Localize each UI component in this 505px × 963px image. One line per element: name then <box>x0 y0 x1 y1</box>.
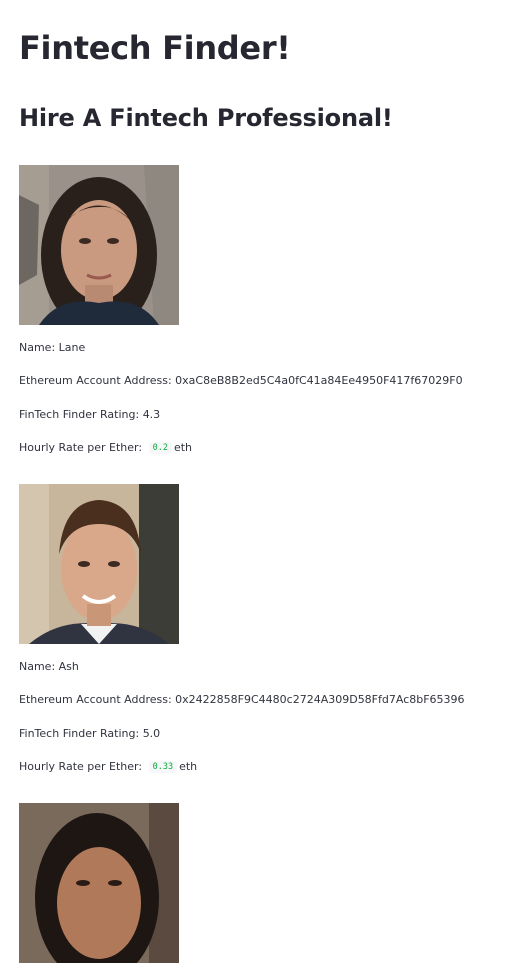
main-content: Fintech Finder! Hire A Fintech Professio… <box>19 0 505 963</box>
candidate-card-3 <box>19 803 489 963</box>
rate-value: 0.2 <box>148 442 172 454</box>
candidate-photo <box>19 803 179 963</box>
candidate-card-lane: Name: Lane Ethereum Account Address: 0xa… <box>19 165 489 454</box>
candidate-hourly-rate: Hourly Rate per Ether: 0.2 eth <box>19 441 193 454</box>
candidate-rating: FinTech Finder Rating: 5.0 <box>19 727 161 740</box>
page-title: Fintech Finder! <box>19 29 291 67</box>
candidate-photo <box>19 165 179 325</box>
rate-value: 0.33 <box>148 761 178 773</box>
candidate-card-ash: Name: Ash Ethereum Account Address: 0x24… <box>19 484 489 773</box>
candidate-address: Ethereum Account Address: 0xaC8eB8B2ed5C… <box>19 374 463 387</box>
page-subtitle: Hire A Fintech Professional! <box>19 104 393 132</box>
candidate-name: Name: Lane <box>19 341 86 354</box>
candidate-name: Name: Ash <box>19 660 79 673</box>
candidate-photo <box>19 484 179 644</box>
candidate-hourly-rate: Hourly Rate per Ether: 0.33 eth <box>19 760 198 773</box>
candidate-rating: FinTech Finder Rating: 4.3 <box>19 408 161 421</box>
candidate-address: Ethereum Account Address: 0x2422858F9C44… <box>19 693 465 706</box>
